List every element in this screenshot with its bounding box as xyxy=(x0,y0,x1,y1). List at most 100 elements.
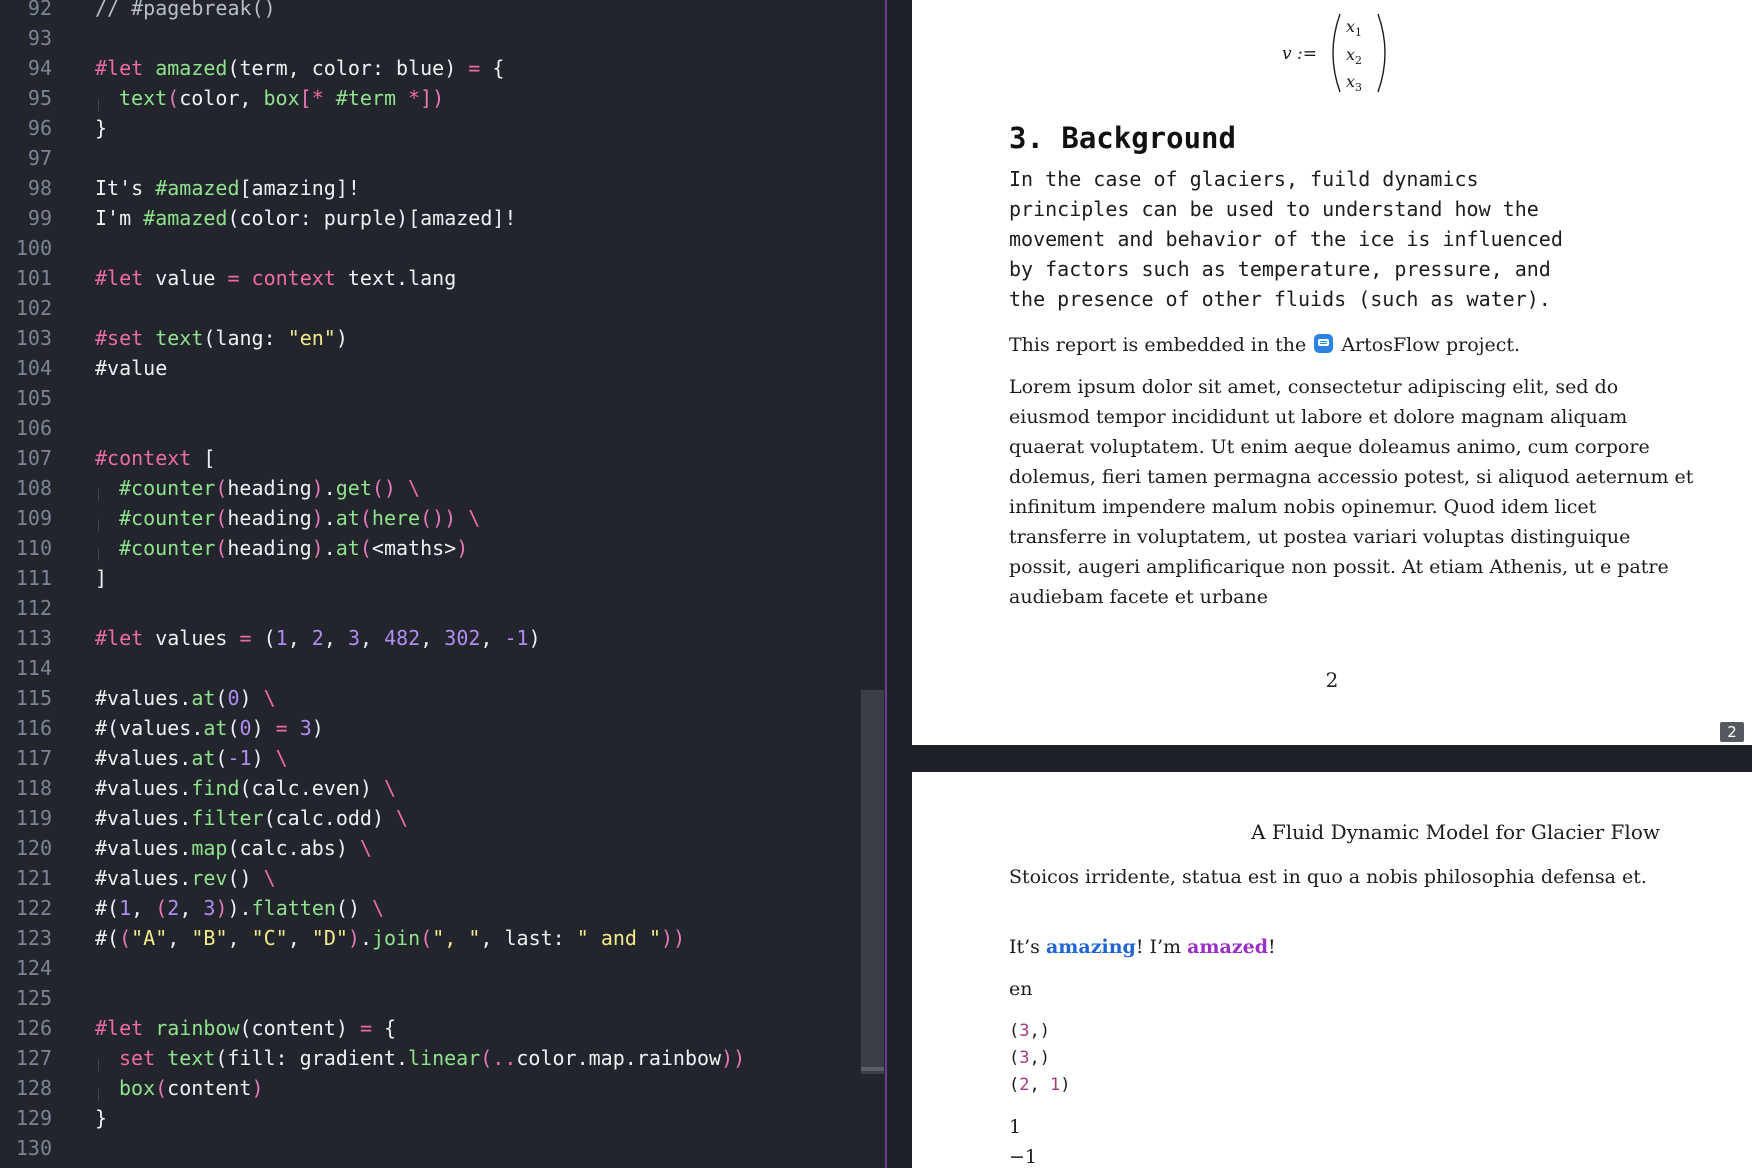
code-text[interactable]: text(color, box[* #term *]) xyxy=(95,83,444,113)
code-text[interactable]: #values.find(calc.even) \ xyxy=(95,773,396,803)
code-line[interactable]: 103 #set text(lang: "en") xyxy=(0,323,860,353)
code-line[interactable]: 108 #counter(heading).get() \ xyxy=(0,473,860,503)
code-token: #( xyxy=(95,896,120,920)
code-text[interactable]: #(values.at(0) = 3) xyxy=(95,713,324,743)
code-token: context xyxy=(239,266,348,290)
code-line[interactable]: 92 // #pagebreak() xyxy=(0,0,860,23)
code-line[interactable]: 127 set text(fill: gradient.linear(..colo… xyxy=(0,1043,860,1073)
code-text[interactable]: #set text(lang: "en") xyxy=(95,323,348,353)
code-text[interactable]: box(content) xyxy=(95,1073,264,1103)
code-token: ) xyxy=(251,1076,264,1100)
code-line[interactable]: 113 #let values = (1, 2, 3, 482, 302, -1) xyxy=(0,623,860,653)
code-text[interactable]: #value xyxy=(95,353,167,383)
code-line[interactable]: 122 #(1, (2, 3)).flatten() \ xyxy=(0,893,860,923)
code-text[interactable]: ] xyxy=(95,563,107,593)
code-line[interactable]: 126 #let rainbow(content) = { xyxy=(0,1013,860,1043)
code-line[interactable]: 117 #values.at(-1) \ xyxy=(0,743,860,773)
code-line[interactable]: 114 xyxy=(0,653,860,683)
code-token: . xyxy=(323,506,336,530)
code-text[interactable]: #counter(heading).get() \ xyxy=(95,473,420,503)
code-token: ( xyxy=(155,896,168,920)
code-editor[interactable]: 92 // #pagebreak() 93 94 #let amazed(term, c… xyxy=(0,0,885,1168)
line-number: 122 xyxy=(15,896,52,920)
code-line[interactable]: 118 #values.find(calc.even) \ xyxy=(0,773,860,803)
code-line[interactable]: 112 xyxy=(0,593,860,623)
code-line[interactable]: 105 xyxy=(0,383,860,413)
code-text[interactable]: #(1, (2, 3)).flatten() \ xyxy=(95,893,384,923)
code-line[interactable]: 123 #(("A", "B", "C", "D").join(", ", las… xyxy=(0,923,860,953)
code-text[interactable]: #context [ xyxy=(95,443,215,473)
code-token: rev xyxy=(191,866,228,890)
code-line[interactable]: 97 xyxy=(0,143,860,173)
code-text[interactable]: It's #amazed[amazing]! xyxy=(95,173,360,203)
code-line[interactable]: 96} xyxy=(0,113,860,143)
editor-scrollbar-thumb[interactable] xyxy=(861,690,884,1074)
code-line[interactable]: 99 I'm #amazed(color: purple)[amazed]! xyxy=(0,203,860,233)
code-token: . xyxy=(359,926,373,950)
code-text[interactable]: // #pagebreak() xyxy=(95,0,276,23)
page-badge: 2 xyxy=(1720,722,1744,742)
code-line[interactable]: 131 this is a #rainbow[twist]! xyxy=(0,1163,860,1168)
code-line[interactable]: 98 It's #amazed[amazing]! xyxy=(0,173,860,203)
typst-editor-app: 92// #pagebreak() 93 94 #let amazed(term, c… xyxy=(0,0,1752,1168)
code-text[interactable]: } xyxy=(95,113,107,143)
code-line[interactable]: 116 #(values.at(0) = 3) xyxy=(0,713,860,743)
code-token: 302 xyxy=(444,626,481,650)
code-line[interactable]: 130 xyxy=(0,1133,860,1163)
code-token: 2 xyxy=(311,626,324,650)
code-line[interactable]: 124 xyxy=(0,953,860,983)
code-text[interactable]: set text(fill: gradient.linear(..color.m… xyxy=(95,1043,745,1073)
equation-lhs: v := xyxy=(1282,44,1317,64)
code-line[interactable]: 107 #context [ xyxy=(0,443,860,473)
line-number: 116 xyxy=(15,716,52,740)
code-text[interactable]: #values.filter(calc.odd) \ xyxy=(95,803,408,833)
code-token: ) xyxy=(215,896,228,920)
line-number: 101 xyxy=(15,266,52,290)
code-text[interactable]: #values.rev() \ xyxy=(95,863,276,893)
code-token: join xyxy=(372,926,421,950)
code-line[interactable]: 111] xyxy=(0,563,860,593)
editor-scrollbar-marker xyxy=(861,1067,884,1071)
code-line[interactable]: 94 #let amazed(term, color: blue) = { xyxy=(0,53,860,83)
code-line[interactable]: 93 xyxy=(0,23,860,53)
code-line[interactable]: 95 text(color, box[* #term *]) xyxy=(0,83,860,113)
code-text[interactable]: #let rainbow(content) = { xyxy=(95,1013,396,1043)
code-text[interactable]: #counter(heading).at(here()) \ xyxy=(95,503,480,533)
code-text[interactable]: #values.at(-1) \ xyxy=(95,743,288,773)
code-text[interactable]: this is a #rainbow[twist]! xyxy=(95,1163,408,1168)
code-line[interactable]: 101 #let value = context text.lang xyxy=(0,263,860,293)
code-line[interactable]: 121 #values.rev() \ xyxy=(0,863,860,893)
code-line[interactable]: 102 xyxy=(0,293,860,323)
code-token: , xyxy=(179,896,204,920)
embed-project-link[interactable]: ArtosFlow project. xyxy=(1341,334,1520,356)
code-text[interactable]: #let values = (1, 2, 3, 482, 302, -1) xyxy=(95,623,541,653)
code-token: map xyxy=(191,836,228,860)
code-text[interactable]: I'm #amazed(color: purple)[amazed]! xyxy=(95,203,516,233)
code-text[interactable]: #(("A", "B", "C", "D").join(", ", last: … xyxy=(95,923,685,953)
code-token: // #pagebreak() xyxy=(95,0,276,20)
code-line[interactable]: 115 #values.at(0) \ xyxy=(0,683,860,713)
line-number: 103 xyxy=(15,326,52,350)
code-line[interactable]: 119 #values.filter(calc.odd) \ xyxy=(0,803,860,833)
code-text[interactable]: } xyxy=(95,1103,107,1133)
code-line[interactable]: 100 xyxy=(0,233,860,263)
code-line[interactable]: 104 #value xyxy=(0,353,860,383)
code-line[interactable]: 129} xyxy=(0,1103,860,1133)
code-text[interactable]: #values.at(0) \ xyxy=(95,683,276,713)
code-line[interactable]: 128 box(content) xyxy=(0,1073,860,1103)
code-line[interactable]: 125 xyxy=(0,983,860,1013)
code-line[interactable]: 110 #counter(heading).at(<maths>) xyxy=(0,533,860,563)
code-text[interactable]: #let value = context text.lang xyxy=(95,263,456,293)
code-line[interactable]: 120 #values.map(calc.abs) \ xyxy=(0,833,860,863)
code-token: )) xyxy=(661,926,686,950)
code-line[interactable]: 109 #counter(heading).at(here()) \ xyxy=(0,503,860,533)
background-paragraph: In the case of glaciers, fuild dynamics … xyxy=(1009,167,1563,311)
document-preview[interactable]: v := x1 x2 x3 3. Background In the case … xyxy=(887,0,1752,1168)
line-number: 120 xyxy=(15,836,52,860)
code-token: #values. xyxy=(95,836,192,860)
line-number: 102 xyxy=(15,296,52,320)
code-text[interactable]: #let amazed(term, color: blue) = { xyxy=(95,53,504,83)
code-text[interactable]: #values.map(calc.abs) \ xyxy=(95,833,372,863)
code-text[interactable]: #counter(heading).at(<maths>) xyxy=(95,533,468,563)
code-line[interactable]: 106 xyxy=(0,413,860,443)
